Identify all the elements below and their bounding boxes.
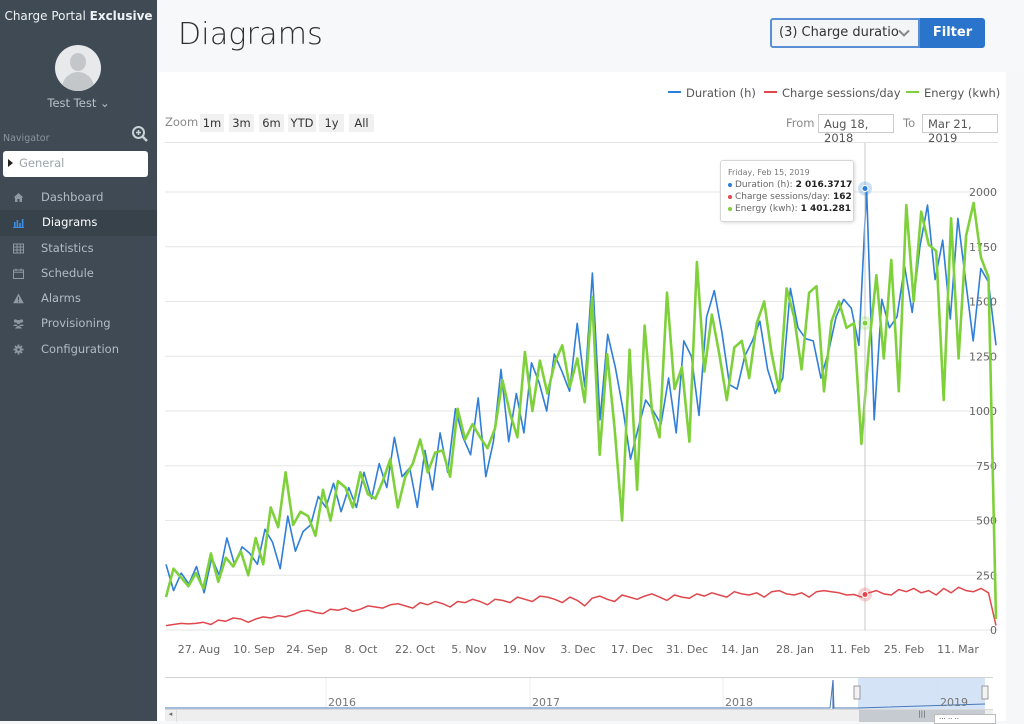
navigator-year-label: 2018 [725, 696, 753, 709]
navigator-year-label: 2019 [940, 696, 968, 709]
navigator-handle-left[interactable] [853, 685, 861, 700]
navigator[interactable]: 2016 2017 2018 2019 [0, 0, 1024, 721]
navigator-scrollbar[interactable]: ◂ ||| [165, 709, 993, 722]
navigator-year-label: 2016 [328, 696, 356, 709]
navigator-year-label: 2017 [532, 696, 560, 709]
scroll-left-arrow[interactable]: ◂ [165, 710, 177, 722]
navigator-tooltip: ··· ·· ·· [934, 714, 996, 724]
navigator-handle-right[interactable] [981, 685, 989, 700]
